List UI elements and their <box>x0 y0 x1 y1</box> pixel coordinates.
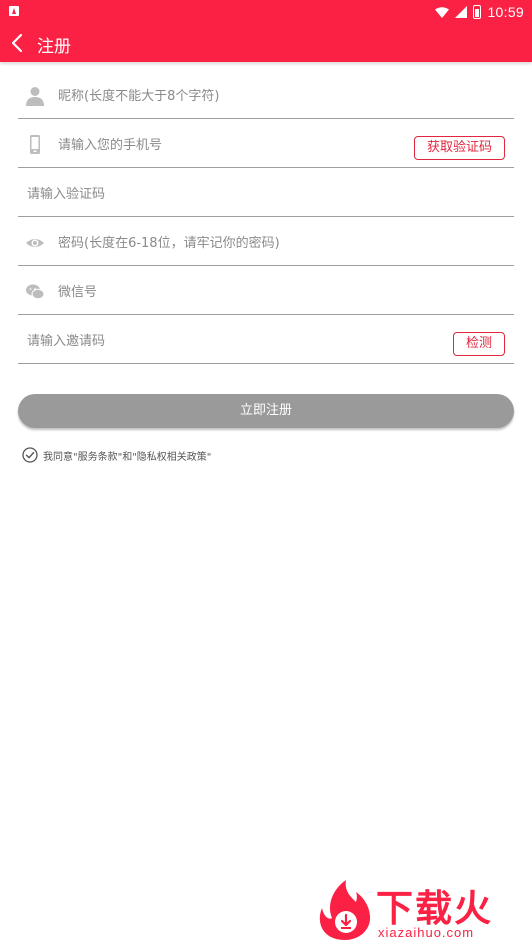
status-bar: 10:59 <box>0 0 532 24</box>
app-bar: 注册 <box>0 24 532 62</box>
wechat-icon <box>26 284 44 300</box>
register-button[interactable]: 立即注册 <box>18 394 514 428</box>
notification-icon <box>9 6 19 16</box>
invite-row: 检测 <box>18 317 514 364</box>
watermark-logo: 下载火 xiazaihuo.com <box>310 878 526 942</box>
wechat-row <box>18 268 514 315</box>
password-row <box>18 219 514 266</box>
flame-logo-icon <box>319 880 371 940</box>
register-form: 获取验证码 检测 <box>18 72 514 366</box>
eye-icon <box>26 239 44 247</box>
page-title: 注册 <box>37 37 71 57</box>
check-invite-button[interactable]: 检测 <box>452 332 505 356</box>
signal-icon <box>455 6 468 18</box>
get-code-button[interactable]: 获取验证码 <box>413 136 505 160</box>
wifi-icon <box>435 6 450 18</box>
check-circle-icon[interactable] <box>22 447 38 463</box>
phone-input[interactable] <box>58 133 408 157</box>
nickname-input[interactable] <box>58 84 408 108</box>
agreement-row: 我同意"服务条款"和"隐私权相关政策" <box>22 447 211 463</box>
battery-icon <box>473 5 482 19</box>
status-icons: 10:59 <box>435 0 524 24</box>
invite-code-input[interactable] <box>27 329 407 353</box>
agreement-text[interactable]: 我同意"服务条款"和"隐私权相关政策" <box>43 448 211 463</box>
nickname-row <box>18 72 514 119</box>
person-icon <box>26 87 44 106</box>
clock: 10:59 <box>487 4 524 20</box>
wechat-input[interactable] <box>58 280 408 304</box>
watermark-subtitle: xiazaihuo.com <box>378 925 475 940</box>
phone-row: 获取验证码 <box>18 121 514 168</box>
password-input[interactable] <box>58 231 408 255</box>
phone-icon <box>30 135 40 154</box>
watermark-title: 下载火 <box>376 887 493 930</box>
back-arrow-icon[interactable] <box>6 31 30 55</box>
verify-code-row <box>18 170 514 217</box>
verify-code-input[interactable] <box>27 182 407 206</box>
